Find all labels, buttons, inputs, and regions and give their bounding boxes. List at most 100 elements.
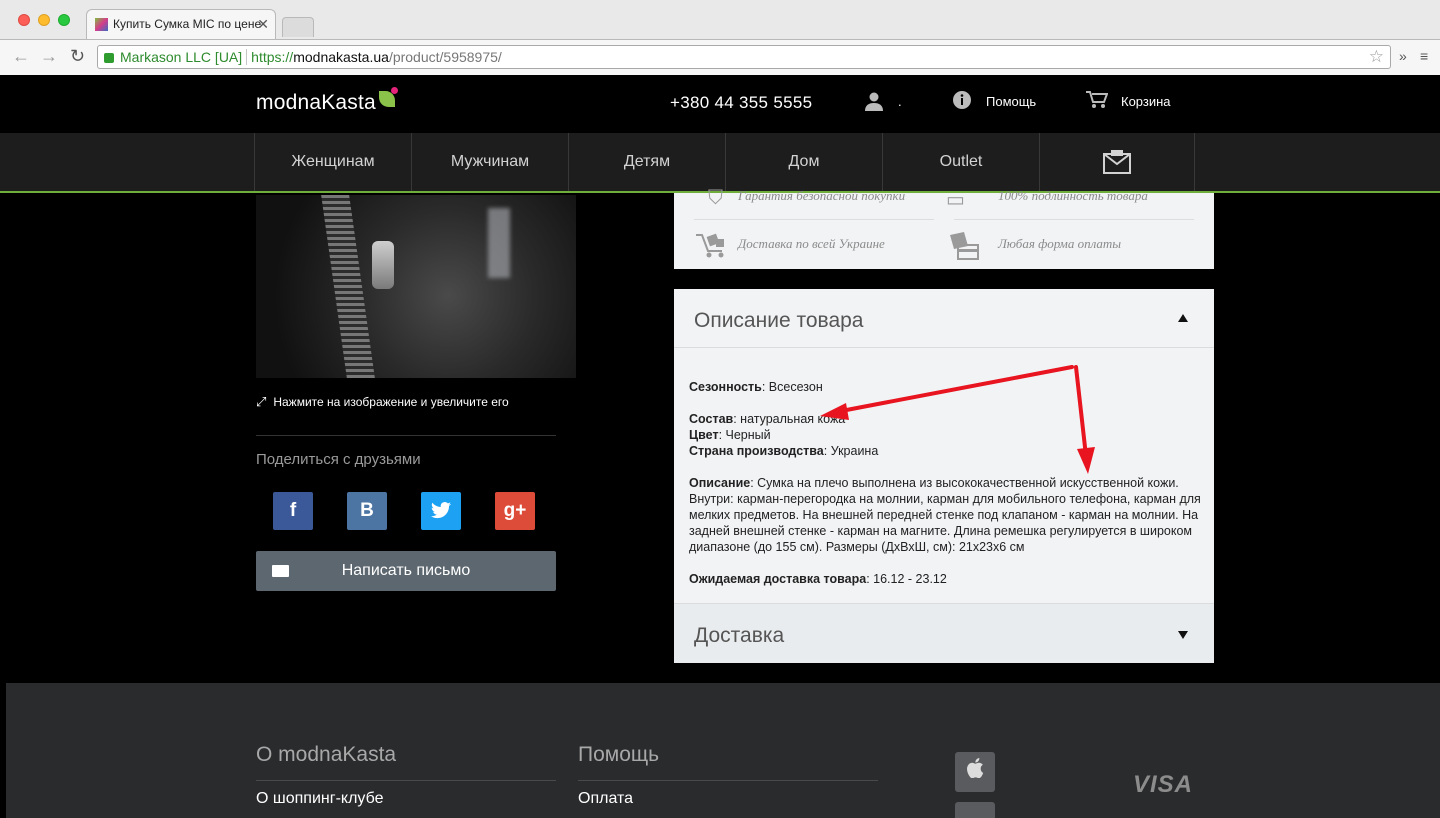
desc-value: : Сумка на плечо выполнена из высококаче… bbox=[689, 476, 1201, 554]
write-letter-label: Написать письмо bbox=[341, 562, 471, 579]
nav-item-women[interactable]: Женщинам bbox=[254, 133, 411, 191]
apple-app-icon[interactable] bbox=[955, 752, 995, 792]
main-navigation: Женщинам Мужчинам Детям Дом Outlet bbox=[0, 133, 1440, 193]
benefit-divider bbox=[694, 219, 934, 220]
site-header: modnaKasta +380 44 355 5555 . Помощь Кор… bbox=[0, 76, 1440, 133]
site-logo[interactable]: modnaKasta bbox=[256, 87, 398, 115]
site-footer: О modnaKasta О шоппинг-клубе Помощь Опла… bbox=[6, 683, 1440, 818]
new-tab-button[interactable] bbox=[282, 17, 314, 37]
footer-about-title: О modnaKasta bbox=[256, 743, 397, 766]
benefit-secure: Гарантия безопасной покупки bbox=[738, 188, 906, 203]
country-value: : Украина bbox=[823, 444, 879, 458]
zipper-detail bbox=[321, 195, 375, 378]
nav-item-outlet[interactable]: Outlet bbox=[882, 133, 1039, 191]
footer-link-payment[interactable]: Оплата bbox=[578, 790, 633, 808]
close-window-button[interactable] bbox=[18, 14, 30, 26]
url-domain: modnakasta.ua bbox=[293, 49, 389, 65]
benefit-delivery: Доставка по всей Украине bbox=[738, 236, 885, 251]
color-label: Цвет bbox=[689, 428, 719, 442]
leaf-logo-icon bbox=[378, 87, 398, 107]
delivery-cart-icon bbox=[694, 231, 730, 265]
phone-number[interactable]: +380 44 355 5555 bbox=[670, 93, 812, 113]
delivery-title: Доставка bbox=[694, 624, 785, 647]
web-page: modnaKasta +380 44 355 5555 . Помощь Кор… bbox=[0, 76, 1440, 818]
envelope-photo-icon bbox=[1103, 149, 1131, 174]
nav-item-subscribe[interactable] bbox=[1039, 133, 1195, 191]
country-label: Страна производства bbox=[689, 444, 824, 458]
cart-link[interactable]: Корзина bbox=[1121, 94, 1171, 109]
benefit-divider bbox=[954, 219, 1194, 220]
favicon-icon bbox=[95, 18, 108, 31]
extensions-chevron-icon[interactable]: » bbox=[1399, 48, 1407, 64]
expand-icon: ⤢ bbox=[256, 394, 267, 409]
benefit-original: 100% подлинность товара bbox=[998, 188, 1148, 203]
footer-help-title: Помощь bbox=[578, 743, 660, 766]
url-scheme: https:// bbox=[251, 49, 294, 65]
material-value: : натуральная кожа bbox=[733, 412, 846, 426]
address-bar[interactable]: Markason LLC [UA] https://modnakasta.ua/p… bbox=[97, 45, 1391, 69]
collapse-triangle-icon[interactable] bbox=[1178, 314, 1188, 322]
reload-icon[interactable]: ↻ bbox=[70, 46, 85, 67]
color-value: : Черный bbox=[718, 428, 771, 442]
delivery-accordion-header[interactable]: Доставка bbox=[674, 603, 1214, 663]
browser-menu-icon[interactable]: ≡ bbox=[1420, 48, 1428, 64]
footer-divider bbox=[256, 780, 556, 781]
description-title: Описание товара bbox=[694, 309, 864, 332]
benefit-payment: Любая форма оплаты bbox=[998, 236, 1122, 251]
label-tag-detail bbox=[488, 208, 510, 278]
back-arrow-icon[interactable]: ← bbox=[12, 46, 30, 67]
enlarge-hint[interactable]: ⤢ Нажмите на изображение и увеличите его bbox=[256, 394, 509, 410]
lock-icon bbox=[104, 53, 114, 63]
gplus-share-button[interactable]: g+ bbox=[495, 492, 535, 530]
description-header[interactable]: Описание товара bbox=[674, 289, 1214, 348]
delivery-estimate-label: Ожидаемая доставка товара bbox=[689, 572, 867, 586]
browser-chrome: Купить Сумка MIC по цене ✕ ← → ↻ Markaso… bbox=[0, 0, 1440, 75]
expand-triangle-icon[interactable] bbox=[1178, 631, 1188, 639]
delivery-estimate-value: : 16.12 - 23.12 bbox=[866, 572, 947, 586]
benefits-box: ⛉ Гарантия безопасной покупки ▭ 100% под… bbox=[674, 187, 1214, 269]
enlarge-hint-text: Нажмите на изображение и увеличите его bbox=[273, 395, 509, 409]
certificate-icon: ▭ bbox=[946, 189, 965, 211]
nav-item-men[interactable]: Мужчинам bbox=[411, 133, 568, 191]
zipper-pull-detail bbox=[372, 241, 394, 289]
twitter-bird-icon bbox=[431, 501, 451, 519]
nav-item-home[interactable]: Дом bbox=[725, 133, 882, 191]
divider bbox=[256, 435, 556, 436]
tab-title: Купить Сумка MIC по цене bbox=[113, 17, 262, 31]
minimize-window-button[interactable] bbox=[38, 14, 50, 26]
footer-link-shopping-club[interactable]: О шоппинг-клубе bbox=[256, 790, 383, 808]
season-value: : Всесезон bbox=[761, 380, 823, 394]
android-app-icon[interactable] bbox=[955, 802, 995, 818]
vk-share-button[interactable]: B bbox=[347, 492, 387, 530]
help-link[interactable]: Помощь bbox=[986, 94, 1036, 109]
visa-logo: VISA bbox=[1133, 771, 1194, 798]
forward-arrow-icon[interactable]: → bbox=[40, 46, 58, 67]
account-label[interactable]: . bbox=[898, 94, 902, 109]
footer-divider bbox=[578, 780, 878, 781]
browser-toolbar: ← → ↻ Markason LLC [UA] https://modnakast… bbox=[0, 39, 1440, 75]
logo-text: modnaKasta bbox=[256, 91, 376, 114]
season-label: Сезонность bbox=[689, 380, 762, 394]
share-title: Поделиться с друзьями bbox=[256, 451, 421, 468]
desc-label: Описание bbox=[689, 476, 751, 490]
bookmark-star-icon[interactable]: ☆ bbox=[1369, 46, 1384, 68]
url-path: /product/5958975/ bbox=[388, 49, 502, 65]
browser-tab[interactable]: Купить Сумка MIC по цене ✕ bbox=[86, 9, 276, 39]
tab-close-icon[interactable]: ✕ bbox=[257, 10, 269, 38]
cart-icon[interactable] bbox=[1086, 91, 1109, 114]
product-photo[interactable] bbox=[256, 195, 576, 378]
facebook-share-button[interactable]: f bbox=[273, 492, 313, 530]
description-body: Сезонность: Всесезон Состав: натуральная… bbox=[689, 379, 1204, 587]
nav-item-kids[interactable]: Детям bbox=[568, 133, 725, 191]
mail-envelope-icon bbox=[272, 565, 289, 577]
description-accordion: Описание товара Сезонность: Всесезон Сос… bbox=[674, 289, 1214, 663]
user-icon[interactable] bbox=[864, 91, 884, 116]
info-icon[interactable] bbox=[953, 91, 971, 114]
maximize-window-button[interactable] bbox=[58, 14, 70, 26]
ev-certificate-label: Markason LLC [UA] bbox=[120, 49, 248, 65]
material-label: Состав bbox=[689, 412, 734, 426]
shield-icon: ⛉ bbox=[708, 187, 723, 209]
twitter-share-button[interactable] bbox=[421, 492, 461, 530]
write-letter-button[interactable]: Написать письмо bbox=[256, 551, 556, 591]
payment-card-icon bbox=[946, 231, 980, 269]
